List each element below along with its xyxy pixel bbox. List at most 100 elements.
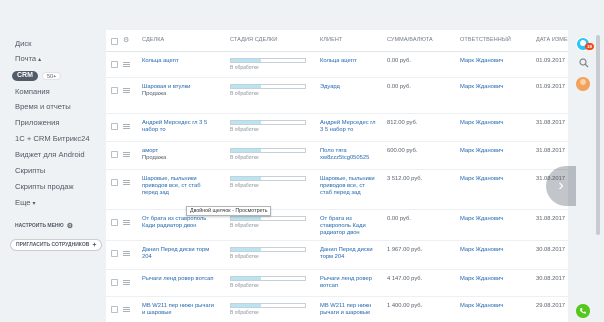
table-row[interactable]: Данил Перед диски торм 204 В обработке Дан… bbox=[106, 241, 600, 270]
row-checkbox[interactable] bbox=[111, 306, 118, 313]
sidebar-item-scripts[interactable]: Скрипты bbox=[15, 166, 45, 175]
responsible-link[interactable]: Марк Жданович bbox=[460, 216, 503, 222]
scrollbar[interactable] bbox=[596, 35, 600, 235]
client-link[interactable]: MB W211 пер нижн рычаги и шаровые bbox=[320, 303, 378, 317]
deal-title[interactable]: От брата из ставрополь Кади радиатор дво… bbox=[142, 216, 206, 229]
deal-link[interactable]: Андрей Мерседес гл 3 5 набор то bbox=[142, 120, 214, 134]
table-row[interactable]: От брата из ставрополь Кади радиатор дво… bbox=[106, 210, 600, 241]
deal-title[interactable]: MB W211 пер нижн рычаги и шаровые bbox=[142, 303, 214, 316]
row-checkbox[interactable] bbox=[111, 151, 118, 158]
deal-link[interactable]: аморт Продажа bbox=[142, 148, 214, 162]
sidebar-item-more[interactable]: Еще ▾ bbox=[15, 198, 35, 207]
stage-progress[interactable]: В обработке bbox=[230, 84, 306, 97]
row-checkbox[interactable] bbox=[111, 179, 118, 186]
client-link[interactable]: Рычаги ленд ровер вотсап bbox=[320, 276, 378, 290]
responsible-link[interactable]: Марк Жданович bbox=[460, 176, 503, 182]
row-checkbox[interactable] bbox=[111, 250, 118, 257]
menu-icon[interactable] bbox=[123, 307, 130, 312]
deal-title[interactable]: Рычаги ленд ровер вотсап bbox=[142, 276, 214, 282]
sidebar-item-1c-crm[interactable]: 1С + CRM Битрикс24 bbox=[15, 134, 90, 143]
stage-progress[interactable]: В обработке bbox=[230, 58, 306, 71]
deal-link[interactable]: Шаровая и втулки Продажа bbox=[142, 84, 214, 98]
deal-link[interactable]: Кольца ацеnт bbox=[142, 58, 214, 65]
responsible-link[interactable]: Марк Жданович bbox=[460, 247, 503, 253]
deal-link[interactable]: MB W211 пер нижн рычаги и шаровые bbox=[142, 303, 214, 317]
stage-bar[interactable] bbox=[230, 247, 306, 252]
menu-icon[interactable] bbox=[123, 124, 130, 129]
column-header-sum[interactable]: СУММА/ВАЛЮТА bbox=[387, 37, 433, 43]
deal-link[interactable]: Данил Перед диски торм 204 bbox=[142, 247, 214, 261]
stage-bar[interactable] bbox=[230, 120, 306, 125]
column-header-stage[interactable]: СТАДИЯ СДЕЛКИ bbox=[230, 37, 277, 43]
stage-progress[interactable]: В обработке bbox=[230, 176, 306, 189]
client-link[interactable]: Поло тяга xw8zzz5tcg050525 bbox=[320, 148, 378, 162]
sidebar-item-android-widget[interactable]: Виджет для Android bbox=[15, 150, 85, 159]
sidebar-item-apps[interactable]: Приложения bbox=[15, 118, 59, 127]
table-row[interactable]: MB W211 пер нижн рычаги и шаровые В обраб… bbox=[106, 297, 600, 322]
column-header-responsible[interactable]: ОТВЕТСТВЕННЫЙ bbox=[460, 37, 511, 43]
client-link[interactable]: Данил Перед диски торм 204 bbox=[320, 247, 378, 261]
row-checkbox[interactable] bbox=[111, 61, 118, 68]
table-row[interactable]: аморт Продажа В обработке Поло тяга xw8zzz5… bbox=[106, 142, 600, 170]
menu-icon[interactable] bbox=[123, 220, 130, 225]
deal-title[interactable]: Шаровая и втулки bbox=[142, 84, 190, 90]
client-link[interactable]: Кольца ацеnт bbox=[320, 58, 378, 65]
sidebar-item-sales-scripts[interactable]: Скрипты продаж bbox=[15, 182, 74, 191]
column-header-client[interactable]: КЛИЕНТ bbox=[320, 37, 342, 43]
table-row[interactable]: Кольца ацеnт В обработке Кольца ацеnт 0.00 … bbox=[106, 52, 600, 78]
stage-bar[interactable] bbox=[230, 276, 306, 281]
menu-icon[interactable] bbox=[123, 251, 130, 256]
table-row[interactable]: Рычаги ленд ровер вотсап В обработке Рычаг… bbox=[106, 270, 600, 297]
stage-bar[interactable] bbox=[230, 58, 306, 63]
deal-title[interactable]: аморт bbox=[142, 148, 158, 154]
deal-link[interactable]: От брата из ставрополь Кади радиатор дво… bbox=[142, 216, 214, 230]
search-icon[interactable] bbox=[579, 58, 589, 68]
select-all-checkbox[interactable] bbox=[111, 38, 118, 45]
stage-progress[interactable]: В обработке bbox=[230, 216, 306, 229]
sidebar-item-disk[interactable]: Диск bbox=[15, 39, 32, 48]
responsible-link[interactable]: Марк Жданович bbox=[460, 84, 503, 90]
phone-button[interactable] bbox=[576, 304, 590, 318]
menu-icon[interactable] bbox=[123, 62, 130, 67]
invite-employees-button[interactable]: ПРИГЛАСИТЬ СОТРУДНИКОВ + bbox=[10, 239, 103, 251]
responsible-link[interactable]: Марк Жданович bbox=[460, 148, 503, 154]
stage-progress[interactable]: В обработке bbox=[230, 247, 306, 260]
responsible-link[interactable]: Марк Жданович bbox=[460, 303, 503, 309]
deal-title[interactable]: Данил Перед диски торм 204 bbox=[142, 247, 209, 260]
deal-link[interactable]: Рычаги ленд ровер вотсап bbox=[142, 276, 214, 283]
table-row[interactable]: Шаровые, пыльники приводов все, ст стаб … bbox=[106, 170, 600, 210]
stage-progress[interactable]: В обработке bbox=[230, 148, 306, 161]
row-checkbox[interactable] bbox=[111, 219, 118, 226]
gear-icon[interactable]: ⚙ bbox=[123, 37, 129, 44]
stage-bar[interactable] bbox=[230, 303, 306, 308]
responsible-link[interactable]: Марк Жданович bbox=[460, 120, 503, 126]
sidebar-item-crm[interactable]: CRM 50+ bbox=[12, 70, 62, 81]
stage-bar[interactable] bbox=[230, 84, 306, 89]
menu-icon[interactable] bbox=[123, 88, 130, 93]
client-link[interactable]: От брата из ставрополь Кади радиатор дво… bbox=[320, 216, 378, 237]
deal-title[interactable]: Кольца ацеnт bbox=[142, 58, 179, 64]
table-row[interactable]: Андрей Мерседес гл 3 5 набор то В обработ… bbox=[106, 114, 600, 142]
stage-progress[interactable]: В обработке bbox=[230, 303, 306, 316]
row-checkbox[interactable] bbox=[111, 123, 118, 130]
column-header-deal[interactable]: СДЕЛКА bbox=[142, 37, 164, 43]
stage-bar[interactable] bbox=[230, 148, 306, 153]
client-link[interactable]: Эдуард bbox=[320, 84, 378, 91]
responsible-link[interactable]: Марк Жданович bbox=[460, 58, 503, 64]
sidebar-item-mail[interactable]: Почта ▴ bbox=[15, 54, 41, 63]
sidebar-item-company[interactable]: Компания bbox=[15, 87, 50, 96]
deal-title[interactable]: Андрей Мерседес гл 3 5 набор то bbox=[142, 120, 207, 133]
menu-icon[interactable] bbox=[123, 152, 130, 157]
stage-bar[interactable] bbox=[230, 176, 306, 181]
row-checkbox[interactable] bbox=[111, 87, 118, 94]
table-row[interactable]: Шаровая и втулки Продажа В обработке Эдуард… bbox=[106, 78, 600, 114]
row-checkbox[interactable] bbox=[111, 279, 118, 286]
client-link[interactable]: Шаровые, пыльники приводов все, ст стаб … bbox=[320, 176, 378, 197]
menu-icon[interactable] bbox=[123, 280, 130, 285]
responsible-link[interactable]: Марк Жданович bbox=[460, 276, 503, 282]
column-header-date[interactable]: ДАТА ИЗМЕН bbox=[536, 37, 572, 43]
user-avatar[interactable] bbox=[576, 77, 590, 91]
configure-menu-button[interactable]: НАСТРОИТЬ МЕНЮ ⚙ bbox=[10, 220, 78, 232]
deal-title[interactable]: Шаровые, пыльники приводов все, ст стаб … bbox=[142, 176, 201, 196]
client-link[interactable]: Андрей Мерседес гл 3 5 набор то bbox=[320, 120, 378, 134]
